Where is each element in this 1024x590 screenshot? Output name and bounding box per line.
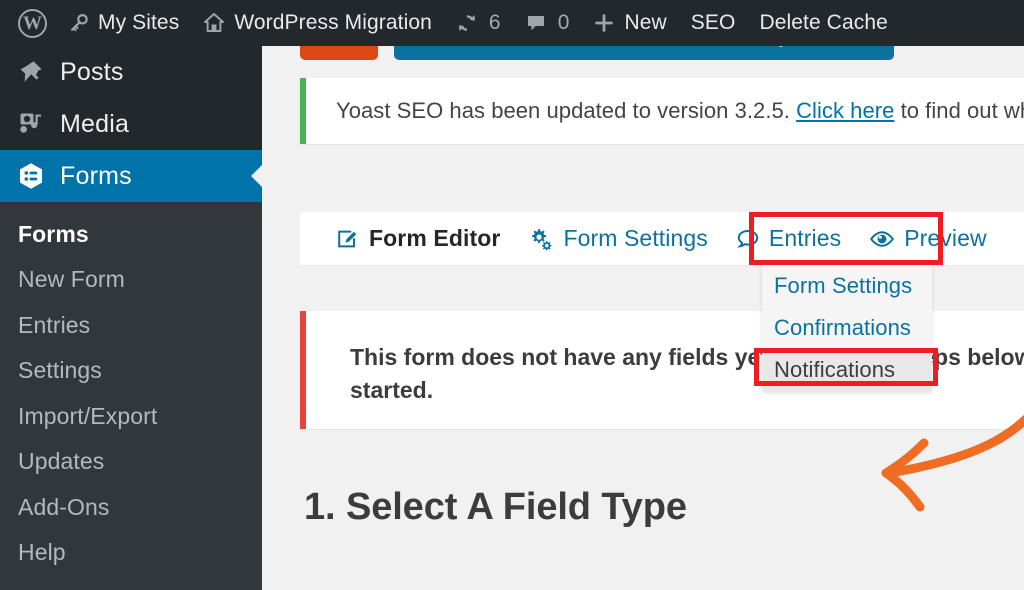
comment-bubble-icon — [525, 12, 547, 34]
admin-bar-updates-count: 6 — [488, 11, 501, 34]
yoast-notice-text: Yoast SEO has been updated to version 3.… — [336, 98, 1024, 124]
admin-bar-seo-label: SEO — [690, 11, 736, 34]
screen: W My Sites WordPress Migration 6 0 New S… — [0, 0, 1024, 590]
admin-bar-seo[interactable]: SEO — [679, 0, 748, 46]
orange-annotation-arrow — [881, 414, 1024, 512]
admin-bar-updates[interactable]: 6 — [444, 0, 513, 46]
gravity-forms-icon — [14, 161, 48, 191]
tab-preview[interactable]: Preview — [855, 219, 1001, 258]
main-content: Yoast SEO has been updated to version 3.… — [262, 46, 1024, 590]
media-icon — [14, 111, 48, 137]
dropdown-item-confirmations[interactable]: Confirmations — [762, 307, 932, 349]
pin-icon — [14, 59, 48, 85]
yoast-notice-text-before: Yoast SEO has been updated to version 3.… — [336, 98, 797, 123]
plus-icon — [593, 12, 615, 34]
pencil-square-icon — [336, 227, 360, 251]
admin-bar-new-content[interactable]: New — [581, 0, 678, 46]
admin-bar-site-name[interactable]: WordPress Migration — [191, 0, 444, 46]
admin-bar-my-sites-label: My Sites — [98, 11, 180, 34]
wordpress-logo-icon: W — [18, 8, 47, 38]
home-icon — [203, 12, 225, 34]
sidebar-subitem-help[interactable]: Help — [0, 530, 262, 575]
page-action-buttons — [300, 46, 894, 60]
dropdown-item-notifications[interactable]: Notifications — [762, 349, 932, 391]
admin-bar-delete-cache-label: Delete Cache — [759, 11, 888, 34]
speech-bubble-icon — [736, 227, 760, 251]
admin-bar-my-sites[interactable]: My Sites — [57, 0, 191, 46]
key-icon — [69, 13, 89, 33]
dropdown-item-form-settings[interactable]: Form Settings — [762, 265, 932, 307]
blue-action-button[interactable] — [394, 46, 894, 60]
tab-form-settings-label: Form Settings — [563, 225, 708, 251]
sidebar-subitem-import-export[interactable]: Import/Export — [0, 394, 262, 439]
sidebar-item-media-label: Media — [60, 109, 130, 138]
yoast-seo-update-notice: Yoast SEO has been updated to version 3.… — [300, 78, 1024, 144]
sidebar-item-posts[interactable]: Posts — [0, 46, 262, 98]
admin-bar-wp-logo[interactable]: W — [8, 0, 57, 46]
wp-admin-bar: W My Sites WordPress Migration 6 0 New S… — [0, 0, 1024, 46]
page-title: 1. Select A Field Type — [304, 486, 687, 528]
tab-preview-label: Preview — [904, 225, 987, 251]
admin-bar-new-label: New — [624, 11, 667, 34]
orange-action-button[interactable] — [300, 46, 378, 60]
form-settings-dropdown-menu: Form Settings Confirmations Notification… — [762, 265, 932, 391]
admin-sidebar-menu: Posts Media Forms Forms New Form Entries… — [0, 46, 263, 590]
eye-icon — [869, 227, 895, 251]
admin-bar-comments-count: 0 — [557, 11, 570, 34]
yoast-notice-link[interactable]: Click here — [796, 98, 894, 123]
sidebar-item-media[interactable]: Media — [0, 98, 262, 150]
sidebar-subitem-add-ons[interactable]: Add-Ons — [0, 485, 262, 530]
form-toolbar-tabs: Form Editor Form Settings Entries Previe… — [300, 212, 1024, 265]
sidebar-item-forms[interactable]: Forms — [0, 150, 263, 202]
gears-icon — [528, 226, 554, 252]
sidebar-subitem-forms[interactable]: Forms — [0, 212, 262, 257]
admin-bar-site-name-label: WordPress Migration — [234, 11, 432, 34]
yoast-notice-text-after: to find out wh — [894, 98, 1024, 123]
sidebar-subitem-settings[interactable]: Settings — [0, 348, 262, 393]
sidebar-subitem-updates[interactable]: Updates — [0, 439, 262, 484]
admin-bar-delete-cache[interactable]: Delete Cache — [747, 0, 899, 46]
sidebar-subitem-new-form[interactable]: New Form — [0, 257, 262, 302]
tab-form-settings[interactable]: Form Settings — [514, 219, 721, 258]
update-arrows-icon — [456, 12, 478, 34]
tab-entries[interactable]: Entries — [722, 219, 855, 258]
admin-bar-comments[interactable]: 0 — [513, 0, 582, 46]
sidebar-subitem-entries[interactable]: Entries — [0, 303, 262, 348]
sidebar-item-forms-label: Forms — [60, 161, 132, 190]
tab-form-editor-label: Form Editor — [369, 225, 501, 251]
tab-entries-label: Entries — [768, 225, 842, 251]
tab-form-editor[interactable]: Form Editor — [322, 219, 514, 258]
sidebar-submenu-forms: Forms New Form Entries Settings Import/E… — [0, 202, 262, 590]
sidebar-item-posts-label: Posts — [60, 57, 124, 86]
